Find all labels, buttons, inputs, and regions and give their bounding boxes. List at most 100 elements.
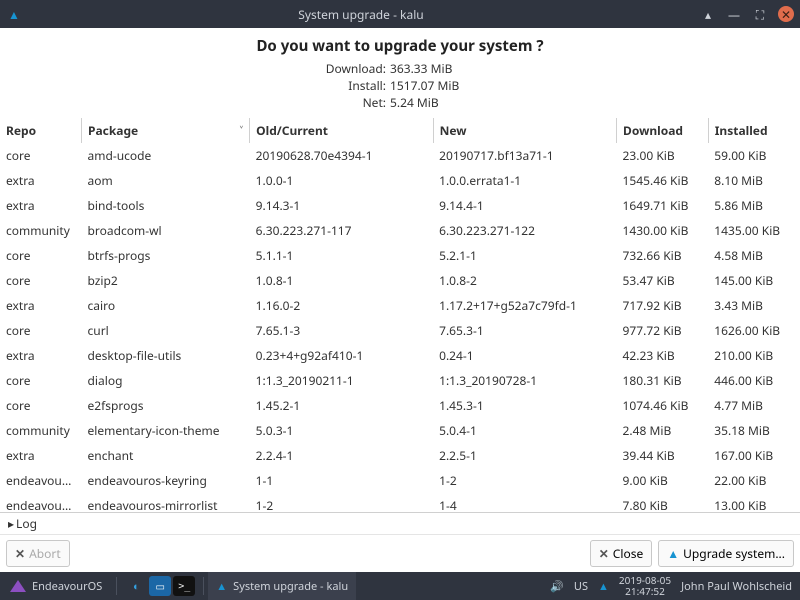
col-package[interactable]: Package˅ [82, 118, 250, 143]
start-menu-button[interactable]: EndeavourOS [0, 572, 112, 600]
clock[interactable]: 2019-08-05 21:47:52 [619, 575, 671, 597]
cell-pkg: endeavouros-keyring [82, 468, 250, 493]
stat-download-label: Download: [320, 60, 390, 77]
expander-arrow-icon: ▸ [8, 515, 14, 532]
table-row[interactable]: corebtrfs-progs5.1.1-15.2.1-1732.66 KiB4… [0, 243, 800, 268]
cell-inst: 4.77 MiB [708, 393, 800, 418]
table-row[interactable]: endeavourosendeavouros-mirrorlist1-21-47… [0, 493, 800, 512]
task-label: System upgrade - kalu [233, 579, 348, 594]
table-row[interactable]: corecurl7.65.1-37.65.3-1977.72 KiB1626.0… [0, 318, 800, 343]
window-up-icon[interactable]: ▴ [700, 6, 716, 22]
cell-repo: community [0, 218, 82, 243]
upgrade-button[interactable]: ▲ Upgrade system... [658, 540, 794, 567]
close-icon: ✕ [599, 545, 609, 562]
cell-repo: core [0, 368, 82, 393]
log-label: Log [16, 515, 37, 532]
table-row[interactable]: extradesktop-file-utils0.23+4+g92af410-1… [0, 343, 800, 368]
cell-inst: 13.00 KiB [708, 493, 800, 512]
cell-dl: 180.31 KiB [617, 368, 709, 393]
window-maximize-icon[interactable]: ⛶ [752, 6, 768, 22]
table-row[interactable]: endeavourosendeavouros-keyring1-11-29.00… [0, 468, 800, 493]
cell-inst: 167.00 KiB [708, 443, 800, 468]
cell-old: 9.14.3-1 [250, 193, 433, 218]
arch-icon: ▲ [216, 579, 227, 594]
cell-new: 1-4 [433, 493, 616, 512]
table-row[interactable]: coreamd-ucode20190628.70e4394-120190717.… [0, 143, 800, 168]
window-minimize-icon[interactable]: ― [726, 6, 742, 22]
volume-icon[interactable]: 🔊 [550, 579, 564, 594]
cell-dl: 977.72 KiB [617, 318, 709, 343]
cell-inst: 59.00 KiB [708, 143, 800, 168]
abort-button: ✕ Abort [6, 540, 70, 567]
table-row[interactable]: extraenchant2.2.4-12.2.5-139.44 KiB167.0… [0, 443, 800, 468]
cell-new: 5.2.1-1 [433, 243, 616, 268]
dialog-header: Do you want to upgrade your system ? Dow… [0, 28, 800, 118]
cell-pkg: cairo [82, 293, 250, 318]
cell-pkg: btrfs-progs [82, 243, 250, 268]
col-repo[interactable]: Repo [0, 118, 82, 143]
cell-inst: 1626.00 KiB [708, 318, 800, 343]
arch-icon: ▲ [667, 545, 679, 562]
cell-repo: extra [0, 168, 82, 193]
log-expander[interactable]: ▸ Log [0, 512, 800, 534]
file-manager-launcher-icon[interactable]: ▭ [149, 576, 171, 596]
table-row[interactable]: coree2fsprogs1.45.2-11.45.3-11074.46 KiB… [0, 393, 800, 418]
cell-new: 7.65.3-1 [433, 318, 616, 343]
col-old[interactable]: Old/Current [250, 118, 433, 143]
cell-dl: 1649.71 KiB [617, 193, 709, 218]
cell-pkg: broadcom-wl [82, 218, 250, 243]
cell-pkg: desktop-file-utils [82, 343, 250, 368]
cell-new: 2.2.5-1 [433, 443, 616, 468]
cell-repo: core [0, 268, 82, 293]
table-row[interactable]: coredialog1:1.3_20190211-11:1.3_20190728… [0, 368, 800, 393]
cell-dl: 732.66 KiB [617, 243, 709, 268]
cell-pkg: dialog [82, 368, 250, 393]
cell-new: 1.17.2+17+g52a7c79fd-1 [433, 293, 616, 318]
separator [116, 577, 117, 595]
col-new[interactable]: New [433, 118, 616, 143]
app-logo-arch-icon: ▲ [6, 6, 22, 23]
taskbar-task-kalu[interactable]: ▲ System upgrade - kalu [208, 572, 356, 600]
cell-pkg: curl [82, 318, 250, 343]
cell-old: 5.0.3-1 [250, 418, 433, 443]
browser-launcher-icon[interactable]: ◐ [125, 576, 147, 596]
cell-repo: core [0, 243, 82, 268]
cell-new: 6.30.223.271-122 [433, 218, 616, 243]
cell-old: 7.65.1-3 [250, 318, 433, 343]
col-download[interactable]: Download [617, 118, 709, 143]
cell-new: 1.0.8-2 [433, 268, 616, 293]
table-row[interactable]: communityelementary-icon-theme5.0.3-15.0… [0, 418, 800, 443]
cell-new: 20190717.bf13a71-1 [433, 143, 616, 168]
keyboard-lang[interactable]: US [574, 579, 588, 594]
abort-label: Abort [29, 545, 61, 562]
cell-old: 6.30.223.271-117 [250, 218, 433, 243]
cell-old: 1-1 [250, 468, 433, 493]
table-row[interactable]: corebzip21.0.8-11.0.8-253.47 KiB145.00 K… [0, 268, 800, 293]
cell-old: 1-2 [250, 493, 433, 512]
table-row[interactable]: communitybroadcom-wl6.30.223.271-1176.30… [0, 218, 800, 243]
close-label: Close [613, 545, 643, 562]
terminal-launcher-icon[interactable]: >_ [173, 576, 195, 596]
col-installed[interactable]: Installed [708, 118, 800, 143]
table-row[interactable]: extracairo1.16.0-21.17.2+17+g52a7c79fd-1… [0, 293, 800, 318]
window-close-icon[interactable]: ✕ [778, 6, 794, 22]
cell-old: 1.16.0-2 [250, 293, 433, 318]
table-row[interactable]: extrabind-tools9.14.3-19.14.4-11649.71 K… [0, 193, 800, 218]
stat-install-value: 1517.07 MiB [390, 77, 480, 94]
stat-net-label: Net: [320, 94, 390, 111]
cell-old: 5.1.1-1 [250, 243, 433, 268]
user-name[interactable]: John Paul Wohlscheid [681, 579, 792, 594]
cell-dl: 39.44 KiB [617, 443, 709, 468]
cell-new: 0.24-1 [433, 343, 616, 368]
upgrade-label: Upgrade system... [683, 545, 785, 562]
clock-time: 21:47:52 [619, 586, 671, 597]
cell-repo: core [0, 393, 82, 418]
cell-inst: 5.86 MiB [708, 193, 800, 218]
close-button[interactable]: ✕ Close [590, 540, 653, 567]
cell-dl: 717.92 KiB [617, 293, 709, 318]
table-row[interactable]: extraaom1.0.0-11.0.0.errata1-11545.46 Ki… [0, 168, 800, 193]
cell-dl: 42.23 KiB [617, 343, 709, 368]
tray-arch-icon[interactable]: ▲ [598, 579, 609, 594]
cell-old: 2.2.4-1 [250, 443, 433, 468]
cell-dl: 1074.46 KiB [617, 393, 709, 418]
